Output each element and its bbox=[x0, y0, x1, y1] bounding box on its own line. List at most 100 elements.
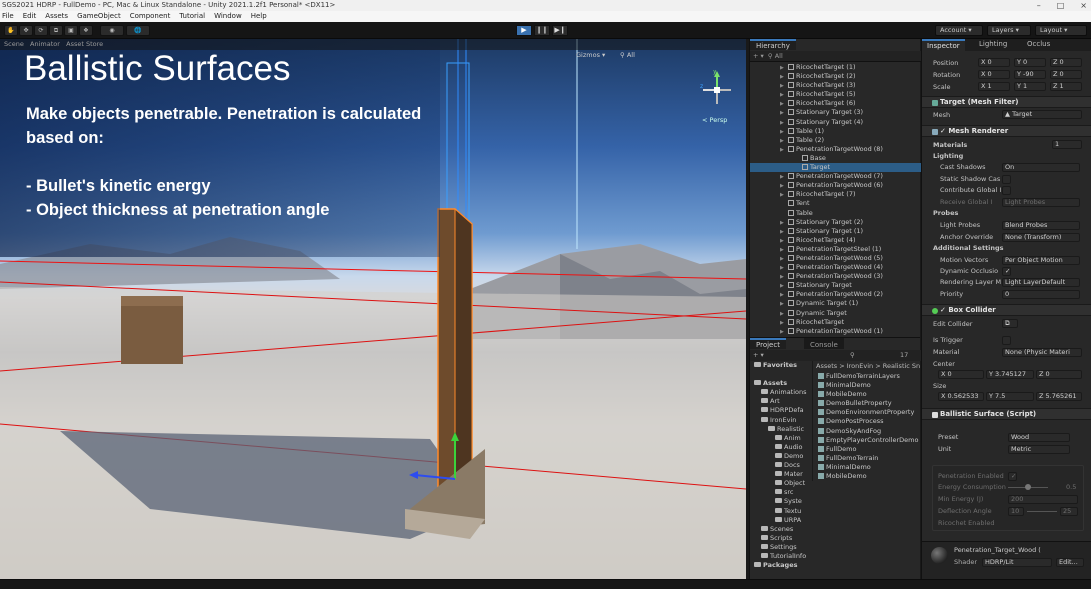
transform-tool-icon[interactable]: ❖ bbox=[79, 25, 93, 36]
expand-arrow-icon[interactable]: ▶ bbox=[780, 119, 788, 127]
mesh-renderer-header[interactable]: ✓ Mesh Renderer bbox=[922, 125, 1091, 137]
center-z[interactable]: Z 0 bbox=[1036, 370, 1082, 379]
size-z[interactable]: Z 5.765261 bbox=[1036, 392, 1082, 401]
menu-file[interactable]: File bbox=[2, 11, 14, 22]
menu-help[interactable]: Help bbox=[251, 11, 267, 22]
project-tree-item[interactable]: src bbox=[750, 488, 812, 497]
expand-arrow-icon[interactable]: ▶ bbox=[780, 173, 788, 181]
expand-arrow-icon[interactable]: ▶ bbox=[780, 319, 788, 327]
expand-arrow-icon[interactable]: ▶ bbox=[780, 146, 788, 154]
layout-dropdown[interactable]: Layout ▾ bbox=[1035, 25, 1087, 36]
tab-hierarchy[interactable]: Hierarchy bbox=[750, 39, 796, 50]
hierarchy-item[interactable]: ▶ Dynamic Target (1) bbox=[750, 299, 921, 308]
hierarchy-item[interactable]: ▶ RicochetTarget (6) bbox=[750, 99, 921, 108]
project-tree-item[interactable]: HDRPDefa bbox=[750, 406, 812, 415]
tab-inspector[interactable]: Inspector bbox=[922, 39, 965, 51]
materials-label[interactable]: Materials bbox=[933, 141, 967, 149]
scale-x[interactable]: X 1 bbox=[978, 82, 1010, 91]
hierarchy-item[interactable]: ▶ PenetrationTargetSteel (1) bbox=[750, 245, 921, 254]
tab-console[interactable]: Console bbox=[804, 338, 844, 349]
scene-search[interactable]: ⚲ All bbox=[620, 51, 635, 59]
rendering-layer-dropdown[interactable]: Light LayerDefault bbox=[1002, 278, 1080, 287]
collider-material-field[interactable]: None (Physic Materi bbox=[1002, 348, 1082, 357]
close-icon[interactable]: × bbox=[1080, 0, 1087, 11]
minimize-icon[interactable]: – bbox=[1037, 0, 1041, 11]
tab-occlusion[interactable]: Occlus bbox=[1022, 39, 1055, 51]
menu-component[interactable]: Component bbox=[130, 11, 171, 22]
hierarchy-item[interactable]: ▶ PenetrationTargetWood (8) bbox=[750, 145, 921, 154]
project-tree-item[interactable]: Packages bbox=[750, 561, 812, 570]
rotation-y[interactable]: Y -90 bbox=[1014, 70, 1046, 79]
hierarchy-item[interactable]: ▶ PenetrationTargetWood (6) bbox=[750, 181, 921, 190]
project-tree-item[interactable]: Settings bbox=[750, 543, 812, 552]
contribute-gi-checkbox[interactable] bbox=[1002, 186, 1011, 195]
hierarchy-item[interactable]: ▶ RicochetTarget (7) bbox=[750, 190, 921, 199]
menu-tutorial[interactable]: Tutorial bbox=[179, 11, 205, 22]
hierarchy-item[interactable]: Table bbox=[750, 209, 921, 218]
asset-item[interactable]: FullDemoTerrain bbox=[813, 454, 921, 463]
mesh-field[interactable]: ▲ Target bbox=[1002, 110, 1082, 119]
asset-item[interactable]: MobileDemo bbox=[813, 390, 921, 399]
expand-arrow-icon[interactable]: ▶ bbox=[780, 182, 788, 190]
edit-collider-button[interactable]: ⧉ bbox=[1002, 319, 1018, 328]
scene-view[interactable]: Scene Animator Asset Store Ballistic Sur… bbox=[0, 39, 746, 579]
hierarchy-item[interactable]: ▶ RicochetTarget (4) bbox=[750, 236, 921, 245]
rotation-z[interactable]: Z 0 bbox=[1050, 70, 1082, 79]
scale-z[interactable]: Z 1 bbox=[1050, 82, 1082, 91]
hierarchy-item[interactable]: Tent bbox=[750, 199, 921, 208]
hand-tool-icon[interactable]: ✋ bbox=[4, 25, 18, 36]
hierarchy-item[interactable]: ▶ PenetrationTargetWood (7) bbox=[750, 172, 921, 181]
hierarchy-item[interactable]: ▶ PenetrationTargetWood (3) bbox=[750, 272, 921, 281]
menu-window[interactable]: Window bbox=[214, 11, 242, 22]
hierarchy-item[interactable]: ▶ Stationary Target (1) bbox=[750, 227, 921, 236]
scale-tool-icon[interactable]: ⧉ bbox=[49, 25, 63, 36]
hierarchy-item[interactable]: ▶ RicochetTarget (3) bbox=[750, 81, 921, 90]
dynamic-occlusion-checkbox[interactable]: ✓ bbox=[1002, 267, 1011, 276]
expand-arrow-icon[interactable]: ▶ bbox=[780, 191, 788, 199]
play-button[interactable]: ▶ bbox=[516, 25, 532, 36]
gizmos-dropdown[interactable]: Gizmos ▾ bbox=[576, 51, 605, 59]
add-asset-button[interactable]: + ▾ bbox=[753, 351, 764, 359]
expand-arrow-icon[interactable]: ▶ bbox=[780, 264, 788, 272]
project-tree-item[interactable]: Audio bbox=[750, 443, 812, 452]
hierarchy-item[interactable]: Base bbox=[750, 154, 921, 163]
expand-arrow-icon[interactable]: ▶ bbox=[780, 128, 788, 136]
expand-arrow-icon[interactable]: ▶ bbox=[780, 310, 788, 318]
hierarchy-item[interactable]: ▶ PenetrationTargetWood (4) bbox=[750, 263, 921, 272]
project-tree-item[interactable]: Object bbox=[750, 479, 812, 488]
static-shadow-checkbox[interactable] bbox=[1002, 175, 1011, 184]
project-tree-item[interactable] bbox=[750, 370, 812, 379]
asset-item[interactable]: FullDemo bbox=[813, 445, 921, 454]
materials-count[interactable]: 1 bbox=[1052, 140, 1082, 149]
project-tree-item[interactable]: IronEvin bbox=[750, 416, 812, 425]
layers-dropdown[interactable]: Layers ▾ bbox=[987, 25, 1031, 36]
hierarchy-item[interactable]: Target bbox=[750, 163, 921, 173]
hierarchy-item[interactable]: ▶ PenetrationTargetWood (1) bbox=[750, 327, 921, 336]
expand-arrow-icon[interactable]: ▶ bbox=[780, 82, 788, 90]
probes-label[interactable]: Probes bbox=[933, 209, 958, 217]
hierarchy-item[interactable]: ▶ RicochetTarget bbox=[750, 318, 921, 327]
project-tree-item[interactable]: Scenes bbox=[750, 525, 812, 534]
project-tree-item[interactable]: TutorialInfo bbox=[750, 552, 812, 561]
project-tree-item[interactable]: Demo bbox=[750, 452, 812, 461]
hierarchy-search[interactable]: + ▾ ⚲ All bbox=[750, 51, 921, 62]
scale-y[interactable]: Y 1 bbox=[1014, 82, 1046, 91]
expand-arrow-icon[interactable]: ▶ bbox=[780, 255, 788, 263]
tab-project[interactable]: Project bbox=[750, 338, 786, 349]
expand-arrow-icon[interactable]: ▶ bbox=[780, 73, 788, 81]
project-tree-item[interactable]: Textu bbox=[750, 507, 812, 516]
tab-animator[interactable]: Animator bbox=[30, 40, 60, 48]
project-tree-item[interactable]: Scripts bbox=[750, 534, 812, 543]
hierarchy-item[interactable]: ▶ Stationary Target (3) bbox=[750, 108, 921, 117]
asset-item[interactable]: DemoSkyAndFog bbox=[813, 427, 921, 436]
anchor-override-field[interactable]: None (Transform) bbox=[1002, 233, 1080, 242]
asset-item[interactable]: DemoBulletProperty bbox=[813, 399, 921, 408]
energy-slider-thumb[interactable] bbox=[1025, 484, 1031, 490]
maximize-icon[interactable]: □ bbox=[1057, 0, 1065, 11]
menu-gameobject[interactable]: GameObject bbox=[77, 11, 121, 22]
size-y[interactable]: Y 7.5 bbox=[986, 392, 1034, 401]
hierarchy-item[interactable]: ▶ Table (2) bbox=[750, 136, 921, 145]
project-tree-item[interactable]: Mater bbox=[750, 470, 812, 479]
expand-arrow-icon[interactable]: ▶ bbox=[780, 291, 788, 299]
orientation-gizmo[interactable]: z y bbox=[697, 70, 737, 110]
